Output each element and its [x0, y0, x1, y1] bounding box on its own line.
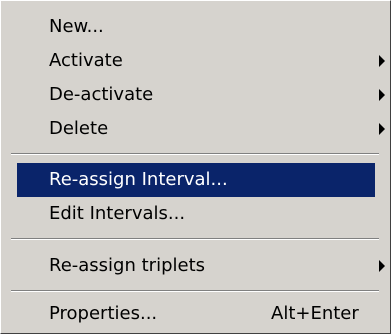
menu-item-edit-intervals[interactable]: Edit Intervals...	[17, 197, 375, 231]
menu-separator	[11, 238, 379, 240]
menu-item-reassign-interval[interactable]: Re-assign Interval...	[17, 163, 375, 197]
menu-item-new[interactable]: New...	[17, 10, 375, 44]
menu-item-properties[interactable]: Properties... Alt+Enter	[17, 297, 375, 331]
menu-item-label: Delete	[49, 118, 109, 139]
menu-item-label: De-activate	[49, 84, 154, 105]
submenu-arrow-icon	[379, 55, 385, 67]
menu-item-shortcut: Alt+Enter	[271, 303, 359, 324]
menu-item-delete[interactable]: Delete	[17, 112, 385, 146]
menu-item-label: Properties...	[49, 303, 158, 324]
menu-item-label: Edit Intervals...	[49, 203, 186, 224]
submenu-arrow-icon	[379, 89, 385, 101]
menu-item-label: Activate	[49, 50, 123, 71]
submenu-arrow-icon	[379, 123, 385, 135]
context-menu: New... Activate De-activate Delete Re-as…	[0, 0, 391, 334]
menu-item-label: Re-assign Interval...	[49, 169, 228, 190]
menu-item-reassign-triplets[interactable]: Re-assign triplets	[17, 249, 385, 283]
menu-separator	[11, 153, 379, 155]
menu-item-label: New...	[49, 16, 104, 37]
menu-item-activate[interactable]: Activate	[17, 44, 385, 78]
submenu-arrow-icon	[379, 260, 385, 272]
menu-separator	[11, 290, 379, 292]
menu-item-label: Re-assign triplets	[49, 255, 206, 276]
menu-item-deactivate[interactable]: De-activate	[17, 78, 385, 112]
